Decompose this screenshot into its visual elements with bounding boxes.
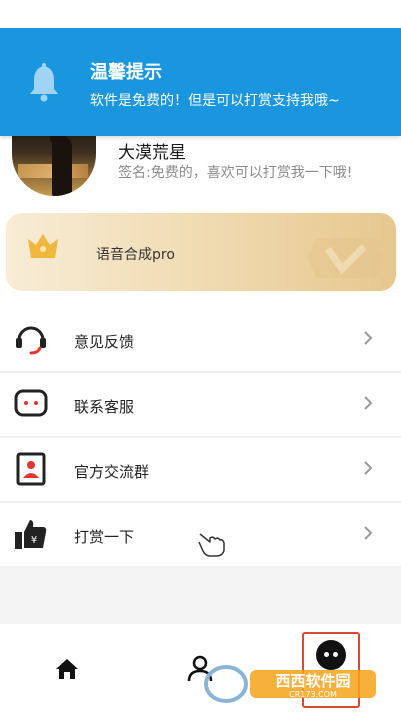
vip-card[interactable]: 语音合成pro (6, 213, 396, 291)
mascot-left-eye (324, 652, 329, 657)
watermark-site-text: 西西软件园 (275, 672, 350, 690)
menu-item-label: 打赏一下 (74, 528, 135, 546)
group-card-icon (16, 452, 46, 486)
profile-name: 大漠荒星 (118, 143, 186, 163)
profile-signature: 签名:免费的，喜欢可以打赏我一下哦! (118, 165, 353, 181)
menu-item-feedback[interactable]: 意见反馈 (0, 308, 401, 373)
menu-item-official-group[interactable]: 官方交流群 (0, 438, 401, 503)
menu-item-label: 联系客服 (74, 398, 135, 416)
thumbs-up-money-icon: ¥ (15, 520, 47, 549)
vip-label: 语音合成pro (96, 247, 175, 263)
svg-text:¥: ¥ (31, 535, 37, 546)
vip-badge-icon (308, 238, 384, 278)
notification-message: 软件是免费的！但是可以打赏支持我哦~ (90, 93, 340, 109)
mascot-right-eye (333, 652, 338, 657)
headset-icon (16, 326, 46, 355)
chevron-right-icon (364, 526, 373, 540)
chevron-right-icon (364, 396, 373, 410)
notification-title: 温馨提示 (90, 62, 162, 83)
watermark-domain-text: CR173.COM (289, 690, 337, 699)
chat-bubble-icon (14, 389, 48, 417)
notification-banner[interactable]: 温馨提示 软件是免费的！但是可以打赏支持我哦~ (0, 28, 401, 136)
chevron-right-icon (364, 331, 373, 345)
spacer (0, 568, 401, 624)
menu-item-customer-service[interactable]: 联系客服 (0, 373, 401, 438)
menu-item-label: 意见反馈 (74, 333, 135, 351)
status-bar (0, 0, 401, 28)
bell-icon (30, 63, 58, 102)
avatar-silhouette (52, 136, 72, 196)
watermark-logo: 西西软件园 CR173.COM (204, 665, 376, 703)
crown-icon (28, 234, 58, 258)
menu-item-label: 官方交流群 (74, 463, 150, 481)
chevron-right-icon (364, 461, 373, 475)
home-icon[interactable] (54, 656, 80, 682)
hand-pointer-icon (198, 533, 225, 557)
